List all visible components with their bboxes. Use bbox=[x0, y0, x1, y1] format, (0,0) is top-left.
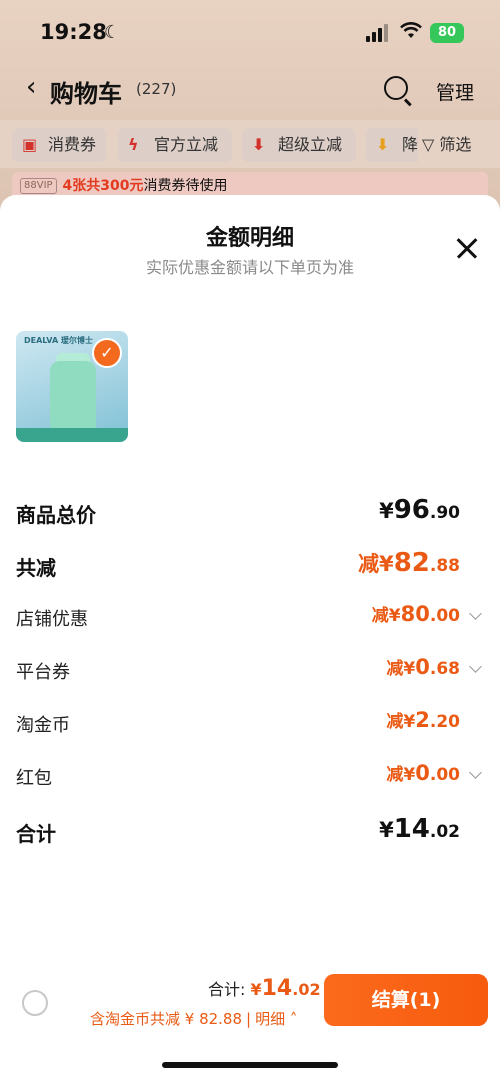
row-value: ¥14.02 bbox=[379, 814, 460, 844]
back-icon[interactable]: ‹ bbox=[26, 72, 36, 102]
sheet-title: 金额明细 bbox=[205, 226, 294, 251]
row-label: 平台券 bbox=[16, 662, 70, 683]
filter-button[interactable]: ▽ 筛选 bbox=[418, 128, 500, 162]
filter-chip-official-discount[interactable]: ϟ 官方立减 bbox=[118, 128, 232, 162]
filter-chip-super-discount[interactable]: ⬇ 超级立减 bbox=[242, 128, 356, 162]
row-label: 商品总价 bbox=[16, 503, 96, 527]
row-label: 共减 bbox=[16, 556, 56, 580]
chevron-down-icon[interactable] bbox=[469, 607, 482, 620]
battery-indicator: 80 bbox=[430, 23, 464, 43]
row-red-packet[interactable]: 红包 减¥0.00 bbox=[16, 758, 484, 794]
chevron-down-icon[interactable] bbox=[469, 766, 482, 779]
status-bar: 19:28 ☾ 80 bbox=[0, 0, 500, 64]
manage-button[interactable]: 管理 bbox=[436, 78, 474, 105]
page-title: 购物车 bbox=[50, 80, 122, 108]
detail-toggle[interactable]: 明细 bbox=[255, 1010, 285, 1028]
coupon-icon: ▣ bbox=[22, 135, 38, 154]
row-total-discount: 共减 减¥82.88 bbox=[16, 546, 484, 582]
home-indicator bbox=[162, 1062, 338, 1068]
lightning-icon: ϟ bbox=[128, 135, 139, 154]
vip-badge: 88VIP bbox=[20, 178, 57, 194]
selected-check-icon[interactable]: ✓ bbox=[92, 338, 122, 368]
row-label: 店铺优惠 bbox=[16, 609, 88, 630]
chevron-up-icon[interactable]: ˄ bbox=[290, 1010, 298, 1028]
select-all-radio[interactable] bbox=[22, 990, 48, 1016]
amount-detail-sheet: 金额明细 实际优惠金额请以下单页为准 DEALVA 瑷尔博士 ✓ 商品总价 ¥9… bbox=[0, 195, 500, 1082]
checkout-total: 合计: ¥14.02 bbox=[208, 976, 321, 1001]
row-shop-discount[interactable]: 店铺优惠 减¥80.00 bbox=[16, 599, 484, 635]
close-icon[interactable] bbox=[456, 237, 478, 259]
filter-chip-coupon[interactable]: ▣ 消费券 bbox=[12, 128, 106, 162]
nav-bar: ‹ 购物车 (227) 管理 bbox=[0, 72, 500, 112]
vip-coupon-highlight: 4张共300元 bbox=[62, 178, 144, 194]
wifi-icon bbox=[400, 22, 422, 45]
row-value: 减¥0.00 bbox=[386, 761, 460, 785]
row-total-price: 商品总价 ¥96.90 bbox=[16, 493, 484, 529]
checkout-bar: 合计: ¥14.02 含淘金币共减 ¥ 82.88 | 明细 ˄ 结算(1) bbox=[0, 960, 500, 1082]
status-time: 19:28 bbox=[40, 20, 107, 44]
cart-count: (227) bbox=[136, 80, 177, 98]
arrow-down-icon: ⬇ bbox=[376, 135, 390, 154]
row-label: 合计 bbox=[16, 822, 56, 846]
row-taobao-coin: 淘金币 减¥2.20 bbox=[16, 705, 484, 741]
row-platform-coupon[interactable]: 平台券 减¥0.68 bbox=[16, 652, 484, 688]
coin-discount-summary[interactable]: 含淘金币共减 ¥ 82.88 | 明细 ˄ bbox=[90, 1008, 297, 1029]
chevron-down-icon[interactable] bbox=[469, 660, 482, 673]
vip-coupon-text: 消费券待使用 bbox=[143, 178, 228, 194]
row-label: 红包 bbox=[16, 768, 52, 789]
sheet-subtitle: 实际优惠金额请以下单页为准 bbox=[145, 258, 354, 277]
row-label: 淘金币 bbox=[16, 715, 70, 736]
row-value: 减¥0.68 bbox=[386, 655, 460, 679]
search-icon[interactable] bbox=[384, 76, 408, 100]
row-sum: 合计 ¥14.02 bbox=[16, 812, 484, 848]
funnel-icon: ▽ bbox=[422, 135, 435, 154]
moon-icon: ☾ bbox=[104, 22, 121, 43]
row-value: 减¥2.20 bbox=[386, 708, 460, 732]
filter-bar: ▣ 消费券 ϟ 官方立减 ⬇ 超级立减 ⬇ 降 ▽ 筛选 bbox=[0, 120, 500, 168]
signal-icon bbox=[366, 24, 390, 42]
row-value: 减¥82.88 bbox=[358, 548, 460, 578]
filter-chip-price-drop[interactable]: ⬇ 降 bbox=[366, 128, 426, 162]
arrow-down-icon: ⬇ bbox=[252, 135, 266, 154]
checkout-button[interactable]: 结算(1) bbox=[324, 974, 488, 1026]
row-value: ¥96.90 bbox=[379, 495, 460, 525]
product-brand-logo: DEALVA 瑷尔博士 bbox=[24, 336, 93, 345]
row-value: 减¥80.00 bbox=[371, 602, 460, 626]
